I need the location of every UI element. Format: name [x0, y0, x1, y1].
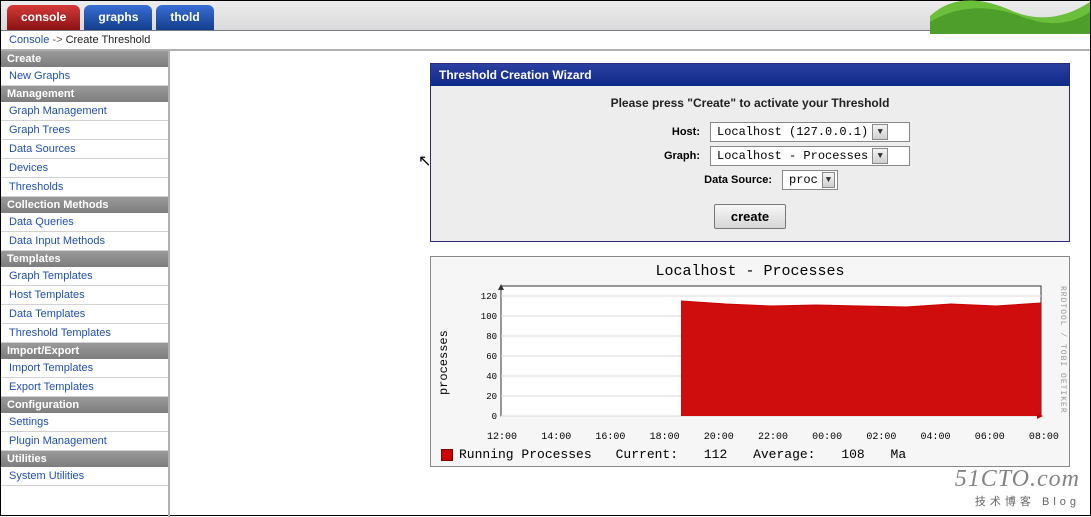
svg-text:120: 120 [481, 292, 497, 302]
y-axis-label: processes [437, 282, 451, 443]
breadcrumb-sep: -> [52, 34, 62, 46]
sidebar-heading: Templates [1, 251, 168, 267]
sidebar-item[interactable]: Thresholds [1, 178, 168, 197]
sidebar-item[interactable]: Plugin Management [1, 432, 168, 451]
tab-graphs[interactable]: graphs [84, 5, 152, 30]
create-button[interactable]: create [714, 204, 786, 229]
content-area: ↖ Threshold Creation Wizard Please press… [170, 51, 1090, 517]
graph-value: Localhost - Processes [717, 149, 868, 163]
data-source-label: Data Source: [662, 174, 772, 186]
stat-current-label: Current: [616, 447, 678, 462]
sidebar-item[interactable]: Graph Trees [1, 121, 168, 140]
svg-text:60: 60 [486, 352, 497, 362]
sidebar-item[interactable]: Data Sources [1, 140, 168, 159]
chart-panel: Localhost - Processes processes 0 20 40 60 8… [430, 256, 1070, 467]
sidebar-heading: Collection Methods [1, 197, 168, 213]
panel-title: Threshold Creation Wizard [431, 64, 1069, 86]
chart-title: Localhost - Processes [437, 263, 1063, 280]
svg-text:20: 20 [486, 392, 497, 402]
svg-text:80: 80 [486, 332, 497, 342]
legend-series-name: Running Processes [459, 447, 592, 462]
sidebar-item[interactable]: Settings [1, 413, 168, 432]
sidebar-heading: Configuration [1, 397, 168, 413]
sidebar-item[interactable]: Devices [1, 159, 168, 178]
sidebar-item[interactable]: Host Templates [1, 286, 168, 305]
stat-max-label: Ma [891, 447, 907, 462]
host-select[interactable]: Localhost (127.0.0.1) ▼ [710, 122, 910, 142]
top-tabs: console graphs thold [1, 1, 1090, 31]
svg-text:100: 100 [481, 312, 497, 322]
sidebar-item[interactable]: Data Queries [1, 213, 168, 232]
legend-color-swatch [441, 449, 453, 461]
stat-current-value: 112 [704, 447, 727, 462]
stat-average-label: Average: [753, 447, 815, 462]
data-source-value: proc [789, 173, 818, 187]
sidebar-item[interactable]: Data Input Methods [1, 232, 168, 251]
tab-thold[interactable]: thold [156, 5, 213, 30]
chart-plot: 0 20 40 60 80 100 120 [451, 282, 1063, 432]
sidebar-item[interactable]: Graph Management [1, 102, 168, 121]
breadcrumb-root[interactable]: Console [9, 34, 49, 46]
sidebar-item[interactable]: Data Templates [1, 305, 168, 324]
chevron-down-icon: ▼ [822, 172, 835, 188]
threshold-wizard-panel: Threshold Creation Wizard Please press "… [430, 63, 1070, 242]
sidebar-item[interactable]: New Graphs [1, 67, 168, 86]
sidebar-item[interactable]: Import Templates [1, 359, 168, 378]
breadcrumb-current: Create Threshold [66, 34, 151, 46]
sidebar-heading: Management [1, 86, 168, 102]
stat-average-value: 108 [841, 447, 864, 462]
x-axis-ticks: 12:0014:0016:0018:0020:0022:0000:0002:00… [451, 432, 1063, 443]
rrd-credit: RRDTOOL / TOBI OETIKER [1058, 286, 1067, 414]
sidebar-item[interactable]: System Utilities [1, 467, 168, 486]
host-label: Host: [590, 126, 700, 138]
svg-text:0: 0 [492, 412, 497, 422]
sidebar-item[interactable]: Export Templates [1, 378, 168, 397]
graph-select[interactable]: Localhost - Processes ▼ [710, 146, 910, 166]
sidebar: CreateNew GraphsManagementGraph Manageme… [1, 51, 170, 517]
chevron-down-icon: ▼ [872, 148, 888, 164]
logo-swoosh [930, 0, 1090, 34]
svg-text:40: 40 [486, 372, 497, 382]
data-source-select[interactable]: proc ▼ [782, 170, 838, 190]
sidebar-heading: Import/Export [1, 343, 168, 359]
sidebar-item[interactable]: Graph Templates [1, 267, 168, 286]
chevron-down-icon: ▼ [872, 124, 888, 140]
host-value: Localhost (127.0.0.1) [717, 125, 868, 139]
breadcrumb: Console -> Create Threshold [1, 31, 1090, 51]
sidebar-heading: Utilities [1, 451, 168, 467]
chart-legend: Running Processes Current: 112 Average: … [437, 443, 1063, 462]
sidebar-item[interactable]: Threshold Templates [1, 324, 168, 343]
wizard-prompt: Please press "Create" to activate your T… [443, 96, 1057, 110]
tab-console[interactable]: console [7, 5, 80, 30]
sidebar-heading: Create [1, 51, 168, 67]
graph-label: Graph: [590, 150, 700, 162]
